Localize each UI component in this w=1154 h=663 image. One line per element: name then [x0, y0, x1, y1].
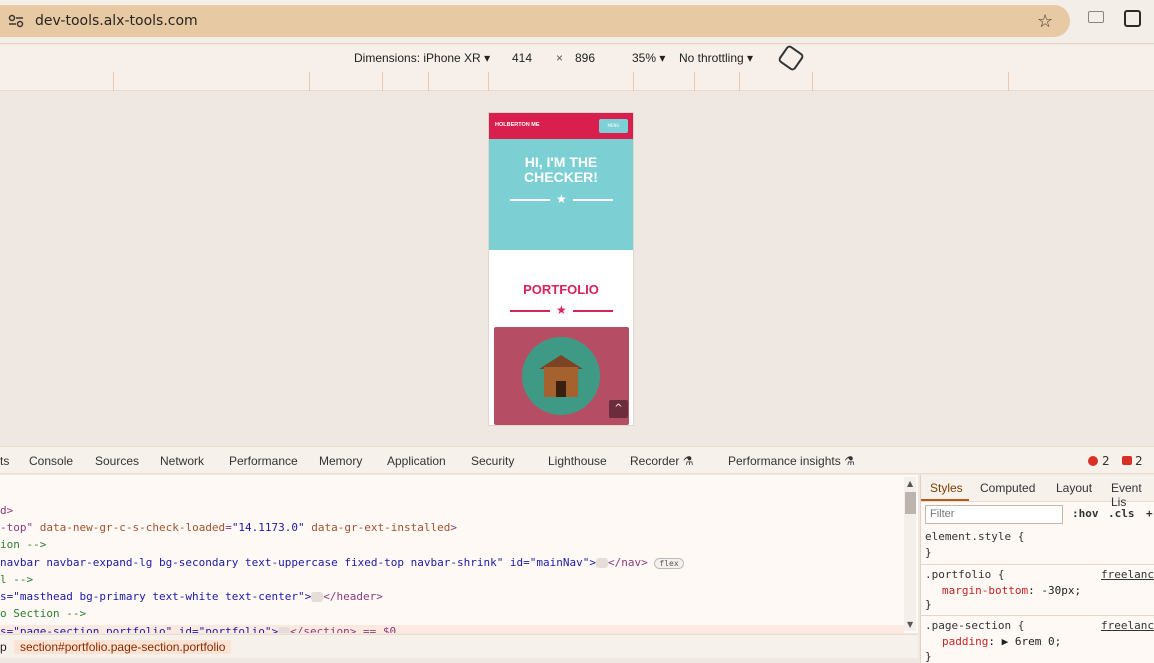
style-rule[interactable]: .portfolio {freelance — [925, 568, 1154, 581]
ellipsis-icon[interactable] — [278, 627, 291, 633]
preview-masthead: HI, I'M THE CHECKER! ★ — [489, 139, 633, 250]
device-preview: HOLBERTON ME MENU HI, I'M THE CHECKER! ★… — [488, 112, 634, 426]
breadcrumb-item[interactable]: p — [0, 640, 7, 654]
ellipsis-icon[interactable] — [596, 558, 609, 568]
tab-performance[interactable]: Performance — [229, 454, 298, 468]
tab-console[interactable]: Console — [29, 454, 73, 468]
style-rule[interactable]: .page-section {freelance — [925, 619, 1154, 632]
tab-network[interactable]: Network — [160, 454, 204, 468]
tab-elements[interactable]: ts — [0, 454, 9, 468]
masthead-divider: ★ — [510, 192, 613, 206]
bookmark-star-icon[interactable]: ☆ — [1037, 11, 1053, 32]
styles-tabbar: Styles Computed Layout Event Lis — [921, 475, 1154, 509]
flex-badge[interactable]: flex — [654, 557, 684, 569]
preview-brand[interactable]: HOLBERTON ME — [495, 122, 540, 128]
tab-recorder[interactable]: Recorder ⚗ — [630, 454, 693, 468]
tab-application[interactable]: Application — [387, 454, 446, 468]
preview-menu-button[interactable]: MENU — [599, 119, 628, 133]
scroll-up-arrow-icon[interactable]: ▲ — [907, 479, 913, 488]
expand-triangle-icon[interactable]: ▶ — [1002, 635, 1009, 648]
cls-toggle[interactable]: .cls — [1108, 507, 1135, 520]
tab-sources[interactable]: Sources — [95, 454, 139, 468]
ellipsis-icon[interactable] — [311, 592, 324, 602]
address-bar[interactable]: dev-tools.alx-tools.com ☆ — [0, 5, 1070, 37]
hov-toggle[interactable]: :hov — [1072, 507, 1099, 520]
throttle-dropdown[interactable]: No throttling ▾ — [679, 51, 753, 65]
style-rule[interactable]: element.style { — [925, 530, 1024, 543]
styles-filter-input[interactable]: Filter — [925, 505, 1063, 524]
issue-count[interactable]: 2 — [1135, 454, 1143, 468]
media-query-ruler[interactable] — [0, 72, 1154, 91]
error-count[interactable]: 2 — [1102, 454, 1110, 468]
star-icon: ★ — [556, 192, 567, 206]
dom-comment[interactable]: l --> — [0, 573, 33, 590]
portfolio-title: PORTFOLIO — [523, 282, 599, 297]
style-declaration[interactable]: padding: ▶ 6rem 0; — [942, 635, 1061, 648]
add-rule-button[interactable]: + — [1146, 507, 1153, 520]
dom-line[interactable]: -top" data-new-gr-c-s-check-loaded="14.1… — [0, 521, 457, 538]
scroll-down-arrow-icon[interactable]: ▼ — [907, 620, 913, 629]
style-rule-close: } — [925, 598, 932, 611]
rule-source-link[interactable]: freelance — [1101, 568, 1154, 581]
style-declaration[interactable]: margin-bottom: -30px; — [942, 584, 1081, 597]
device-toolbar: Dimensions: iPhone XR ▾ 414 × 896 35% ▾ … — [0, 44, 1154, 72]
rule-source-link[interactable]: freelance — [1101, 619, 1154, 632]
tab-event-listeners[interactable]: Event Lis — [1111, 481, 1154, 509]
dom-line-header[interactable]: s="masthead bg-primary text-white text-c… — [0, 590, 383, 607]
times-sign: × — [556, 51, 564, 65]
breadcrumb: p section#portfolio.page-section.portfol… — [0, 634, 918, 658]
rotate-icon[interactable] — [777, 44, 805, 72]
tab-styles[interactable]: Styles — [930, 481, 963, 495]
scrollbar-thumb[interactable] — [905, 492, 916, 514]
active-tab-indicator — [921, 499, 969, 501]
style-rule-close: } — [925, 650, 932, 663]
extensions-icon[interactable] — [1124, 10, 1141, 27]
preview-heading: HI, I'M THE CHECKER! — [524, 154, 598, 185]
styles-pane: Styles Computed Layout Event Lis Filter … — [920, 475, 1154, 663]
error-icon[interactable] — [1088, 456, 1098, 466]
dom-line[interactable]: d> — [0, 504, 13, 521]
preview-navbar: HOLBERTON ME MENU — [489, 113, 633, 139]
dom-line-nav[interactable]: navbar navbar-expand-lg bg-secondary tex… — [0, 556, 684, 573]
dom-comment[interactable]: ion --> — [0, 538, 46, 555]
tab-computed[interactable]: Computed — [980, 481, 1035, 495]
browser-toolbar: dev-tools.alx-tools.com ☆ — [0, 0, 1154, 44]
dom-comment[interactable]: o Section --> — [0, 607, 86, 624]
style-rule-close: } — [925, 546, 932, 559]
tab-performance-insights[interactable]: Performance insights ⚗ — [728, 454, 855, 468]
width-input[interactable]: 414 — [512, 51, 532, 65]
tab-lighthouse[interactable]: Lighthouse — [548, 454, 607, 468]
site-settings-icon[interactable] — [8, 14, 24, 28]
devtools-tabbar: ts Console Sources Network Performance M… — [0, 446, 1154, 474]
dom-line-selected[interactable]: s="page-section portfolio" id="portfolio… — [0, 625, 904, 633]
rule-divider — [921, 564, 1154, 565]
url-text[interactable]: dev-tools.alx-tools.com — [35, 13, 198, 29]
scroll-top-button[interactable]: ^ — [609, 400, 628, 418]
portfolio-divider: ★ — [510, 303, 613, 317]
rule-divider — [921, 615, 1154, 616]
flask-icon: ⚗ — [844, 454, 855, 468]
mail-icon[interactable] — [1088, 11, 1104, 23]
cabin-illustration — [522, 337, 600, 415]
dimensions-dropdown[interactable]: Dimensions: iPhone XR ▾ — [354, 51, 490, 65]
height-input[interactable]: 896 — [575, 51, 595, 65]
issue-icon[interactable] — [1122, 456, 1132, 465]
tab-memory[interactable]: Memory — [319, 454, 362, 468]
breadcrumb-item-selected[interactable]: section#portfolio.page-section.portfolio — [14, 640, 232, 654]
star-icon: ★ — [556, 303, 567, 317]
elements-panel[interactable]: d> -top" data-new-gr-c-s-check-loaded="1… — [0, 475, 918, 633]
flask-icon: ⚗ — [682, 454, 694, 468]
zoom-dropdown[interactable]: 35% ▾ — [632, 51, 665, 65]
tab-layout[interactable]: Layout — [1056, 481, 1092, 495]
tab-security[interactable]: Security — [471, 454, 514, 468]
